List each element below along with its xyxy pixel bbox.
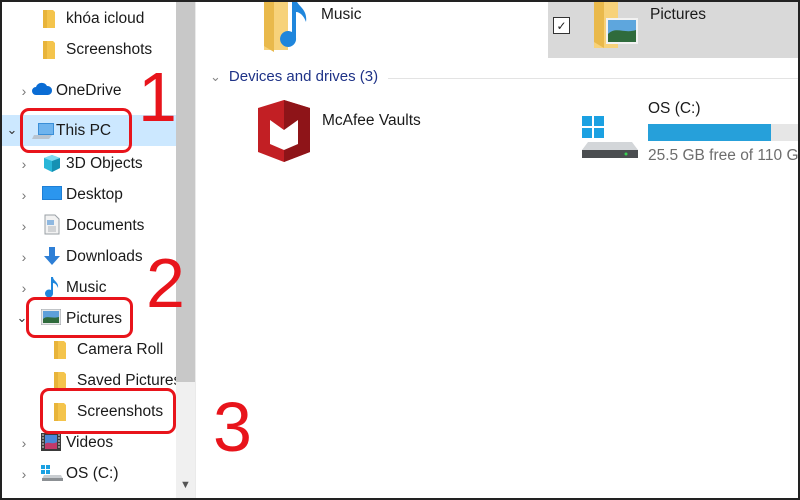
chevron-right-icon[interactable]: ›: [18, 435, 30, 451]
windows-drive-icon: [582, 116, 638, 165]
chevron-down-icon: ⌄: [210, 68, 221, 84]
desktop-icon: [42, 185, 64, 205]
nav-item-label: Music: [66, 278, 107, 296]
folder-icon: [42, 40, 64, 60]
drive-free-space: 25.5 GB free of 110 GB: [648, 147, 800, 164]
chevron-right-icon[interactable]: ›: [18, 218, 30, 234]
chevron-right-icon[interactable]: ›: [18, 187, 30, 203]
nav-item-label: Downloads: [66, 247, 143, 265]
chevron-right-icon[interactable]: ›: [18, 83, 30, 99]
annotation-number-1: 1: [138, 58, 177, 136]
folder-icon: [53, 340, 75, 360]
nav-item-label: Desktop: [66, 185, 123, 203]
drive-usage-bar: [648, 124, 800, 141]
nav-item-label: OneDrive: [56, 81, 122, 99]
nav-item-label: Videos: [66, 433, 114, 451]
download-arrow-icon: [43, 246, 65, 266]
nav-item-label: 3D Objects: [66, 154, 143, 172]
chevron-right-icon[interactable]: ›: [18, 466, 30, 482]
tile-label: Pictures: [650, 6, 706, 23]
pictures-folder-icon: [590, 0, 640, 61]
nav-item-desktop[interactable]: › Desktop: [0, 179, 176, 210]
device-tile-mcafee-vaults[interactable]: McAfee Vaults: [250, 96, 520, 166]
nav-item-label: Camera Roll: [77, 340, 164, 358]
chevron-down-icon[interactable]: ⌄: [6, 122, 18, 137]
pictures-checkbox[interactable]: ✓: [553, 17, 570, 34]
document-icon: [44, 214, 66, 235]
film-icon: [41, 432, 63, 452]
tile-label: Music: [321, 6, 362, 23]
cloud-icon: [31, 81, 53, 101]
group-header-label: Devices and drives (3): [228, 68, 379, 85]
nav-item-documents[interactable]: › Documents: [0, 210, 176, 241]
annotation-number-2: 2: [146, 244, 185, 322]
tile-label: OS (C:): [648, 100, 701, 117]
folder-icon: [42, 9, 64, 29]
folder-tile-music[interactable]: Music: [250, 0, 520, 58]
scroll-down-arrow-icon[interactable]: ▼: [176, 474, 195, 496]
nav-item-label: OS (C:): [66, 464, 119, 482]
tile-label: McAfee Vaults: [322, 112, 421, 129]
annotation-number-3: 3: [213, 388, 252, 466]
cube-icon: [42, 153, 64, 173]
nav-item-label: khóa icloud: [66, 9, 145, 27]
nav-item-label: Saved Pictures: [77, 371, 182, 389]
music-note-icon: [44, 276, 66, 298]
mcafee-icon: [256, 100, 312, 167]
nav-item-label: Screenshots: [66, 40, 153, 58]
nav-item-label: Documents: [66, 216, 145, 234]
folder-tile-pictures[interactable]: Pictures: [548, 0, 800, 58]
checkmark-icon: ✓: [556, 18, 567, 33]
drive-icon: [41, 464, 63, 484]
chevron-right-icon[interactable]: ›: [18, 249, 30, 265]
annotation-box-this-pc: [20, 108, 132, 153]
nav-scrollbar-thumb[interactable]: [176, 0, 195, 382]
group-divider-line: [388, 78, 800, 79]
nav-item-camera-roll[interactable]: Camera Roll: [0, 334, 176, 365]
chevron-right-icon[interactable]: ›: [18, 280, 30, 296]
drive-usage-fill: [648, 124, 772, 141]
chevron-right-icon[interactable]: ›: [18, 156, 30, 172]
music-folder-icon: [260, 0, 310, 61]
content-pane: Music Pictures ✓ ⌄ Devices and drives (3…: [196, 0, 800, 500]
annotation-box-screenshots: [40, 388, 176, 434]
nav-item-os-c[interactable]: › OS (C:): [0, 458, 176, 489]
group-header-devices-and-drives[interactable]: ⌄ Devices and drives (3): [210, 68, 378, 85]
nav-item-khoa-icloud[interactable]: khóa icloud: [0, 3, 176, 34]
annotation-box-pictures: [26, 297, 133, 338]
